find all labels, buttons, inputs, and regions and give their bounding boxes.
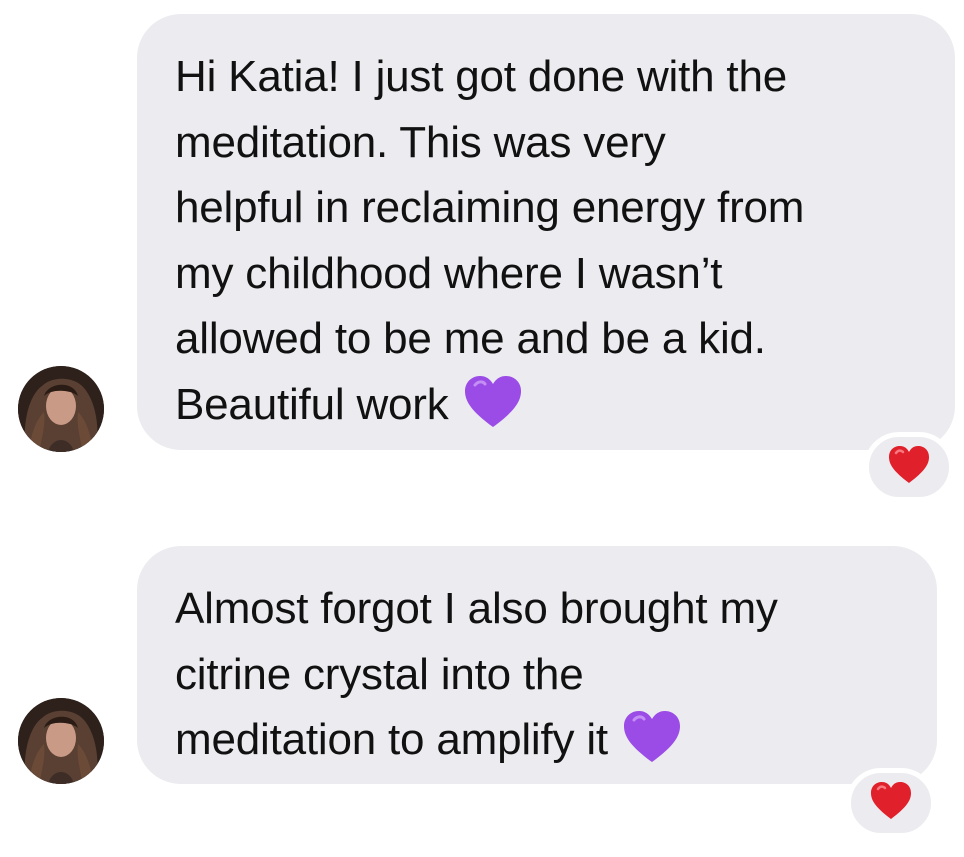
red-heart-icon bbox=[869, 781, 913, 826]
message-row: Hi Katia! I just got done with the medit… bbox=[0, 0, 964, 510]
reaction-badge[interactable] bbox=[864, 432, 954, 502]
message-bubble[interactable]: Hi Katia! I just got done with the medit… bbox=[137, 14, 955, 450]
purple-heart-icon bbox=[622, 710, 682, 783]
reaction-badge[interactable] bbox=[846, 768, 936, 838]
message-text: Almost forgot I also brought my citrine … bbox=[175, 584, 778, 764]
avatar[interactable] bbox=[18, 366, 104, 452]
message-row: Almost forgot I also brought my citrine … bbox=[0, 530, 964, 857]
message-text: Hi Katia! I just got done with the medit… bbox=[175, 52, 805, 429]
message-bubble[interactable]: Almost forgot I also brought my citrine … bbox=[137, 546, 937, 784]
chat-thread: Hi Katia! I just got done with the medit… bbox=[0, 0, 964, 857]
avatar[interactable] bbox=[18, 698, 104, 784]
red-heart-icon bbox=[887, 445, 931, 490]
purple-heart-icon bbox=[463, 375, 523, 448]
